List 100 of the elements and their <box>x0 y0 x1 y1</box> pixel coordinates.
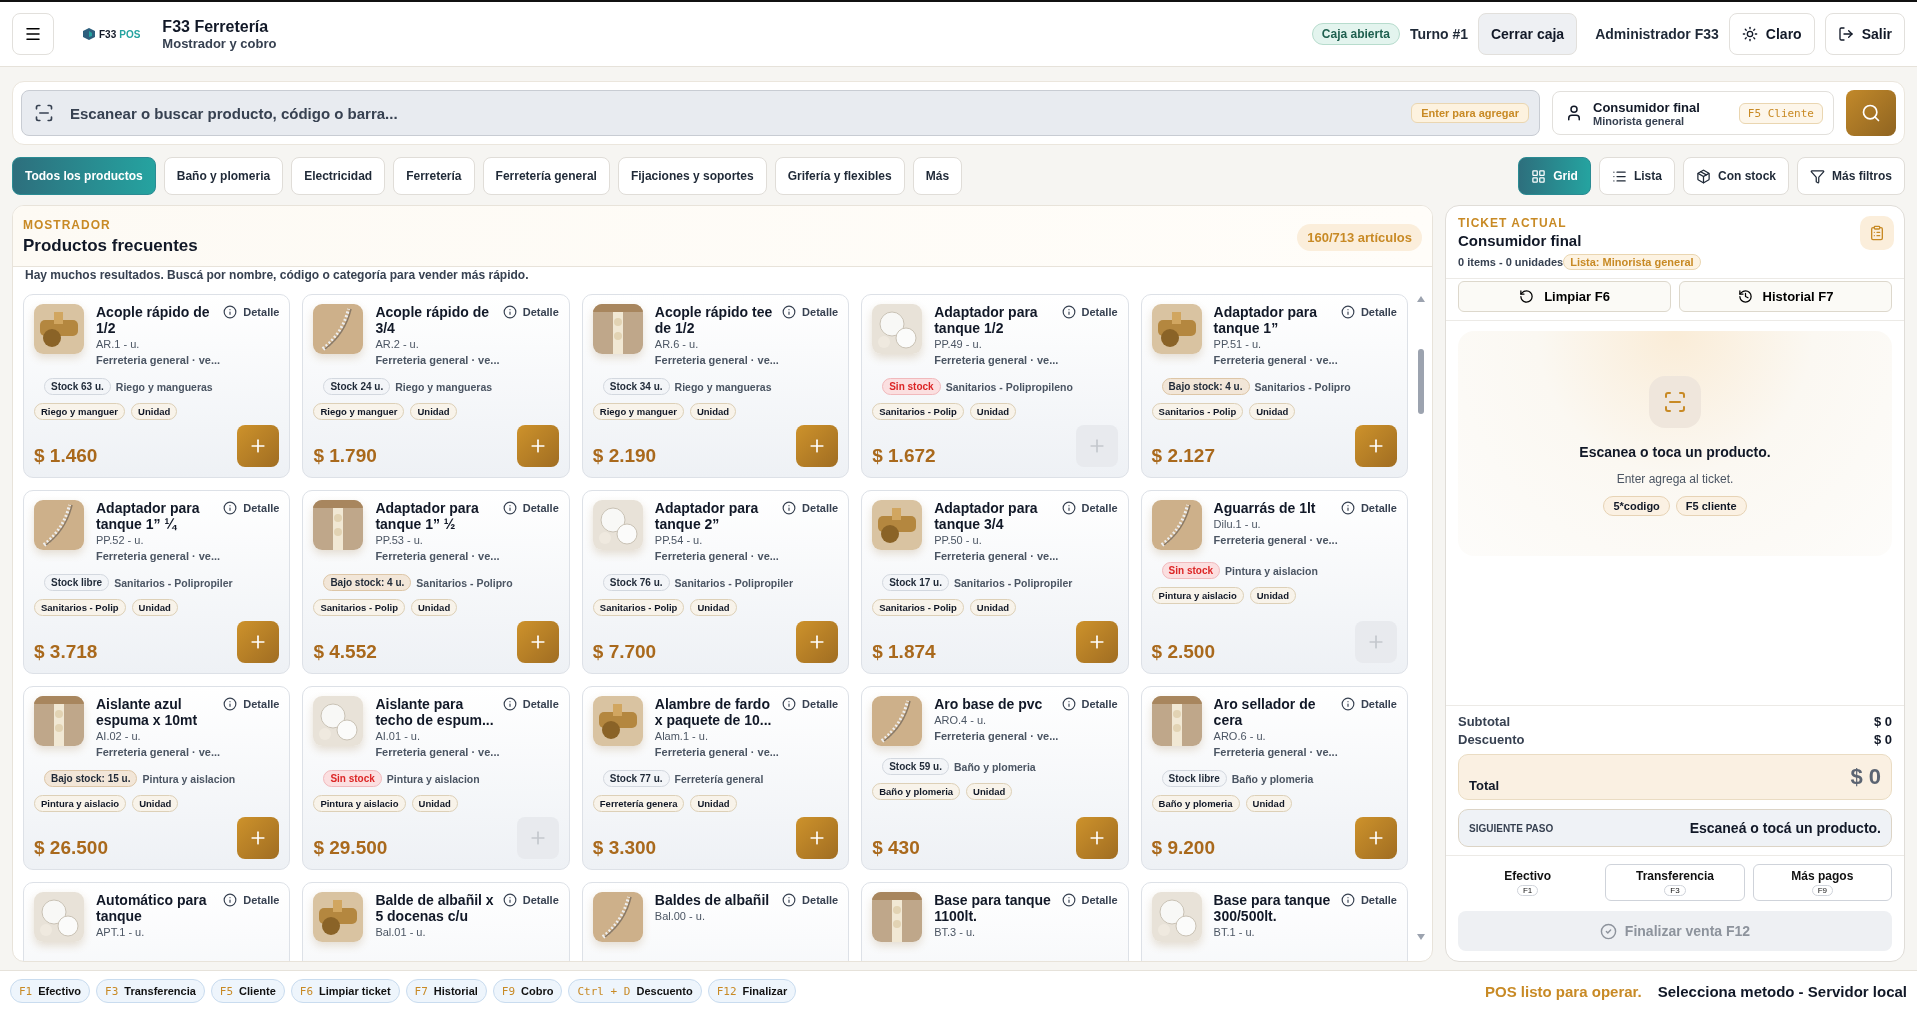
detail-link[interactable]: Detalle <box>782 304 839 320</box>
product-name: Baldes de albañil <box>654 892 770 908</box>
add-button[interactable] <box>1075 817 1118 859</box>
product-card[interactable]: Aro base de pvc Detalle ARO.4 - u. Ferreteria general · ve... Stock 59 u. Baño y plomeria Baño y plomeria Unidad $ 430 <box>861 686 1129 870</box>
detail-link[interactable]: Detalle <box>223 304 280 320</box>
detail-link[interactable]: Detalle <box>1061 696 1118 712</box>
close-register-button[interactable]: Cerrar caja <box>1477 13 1578 55</box>
menu-button[interactable] <box>12 13 54 55</box>
detail-link[interactable]: Detalle <box>502 892 559 908</box>
add-button[interactable] <box>796 817 839 859</box>
shortcut-button[interactable]: F7 Historial <box>405 979 487 1003</box>
product-card[interactable]: Acople rápido de 3/4 Detalle AR.2 - u. Ferreteria general · ve... Stock 24 u. Riego y mangueras Riego y manguer Unidad $ 1.790 <box>302 294 570 478</box>
logout-button[interactable]: Salir <box>1824 13 1905 55</box>
product-card[interactable]: Aro sellador de cera Detalle ARO.6 - u. Ferreteria general · ve... Stock libre Baño y plomeria Baño y plomeria Unidad $ 9.200 <box>1140 686 1408 870</box>
product-category: Ferreteria general · ve... <box>1213 534 1339 546</box>
payment-method-button[interactable]: Transferencia F3 <box>1605 864 1745 901</box>
shortcut-button[interactable]: F6 Limpiar ticket <box>290 979 400 1003</box>
category-tab[interactable]: Ferretería general <box>482 157 610 195</box>
shortcut-button[interactable]: F12 Finalizar <box>707 979 797 1003</box>
add-button[interactable] <box>237 425 280 467</box>
history-button[interactable]: Historial F7 <box>1679 281 1892 312</box>
shortcut-button[interactable]: F9 Cobro <box>492 979 563 1003</box>
add-button[interactable] <box>516 425 559 467</box>
add-button[interactable] <box>1355 425 1397 467</box>
detail-link[interactable]: Detalle <box>1340 696 1397 712</box>
detail-link[interactable]: Detalle <box>782 696 839 712</box>
product-category: Ferreteria general · ve... <box>654 550 780 562</box>
detail-link[interactable]: Detalle <box>502 696 559 712</box>
add-button[interactable] <box>516 621 559 663</box>
app-title: F33 Ferretería <box>162 17 270 36</box>
product-card[interactable]: Balde de albañil x 5 docenas c/u Detalle Bal.01 - u. <box>302 882 570 961</box>
theme-button[interactable]: Claro <box>1728 13 1815 55</box>
shortcut-button[interactable]: F3 Transferencia <box>96 979 205 1003</box>
category-tab[interactable]: Electricidad <box>291 157 386 195</box>
product-group: Sanitarios - Polipropiler <box>954 576 1073 589</box>
detail-link[interactable]: Detalle <box>1061 304 1118 320</box>
category-tab[interactable]: Todos los productos <box>12 157 156 195</box>
payment-method-button[interactable]: Más pagos F9 <box>1752 864 1892 901</box>
add-button[interactable] <box>796 425 839 467</box>
shortcut-button[interactable]: F1 Efectivo <box>10 979 91 1003</box>
view-button[interactable]: Más filtros <box>1797 157 1905 195</box>
receipt-button[interactable] <box>1860 216 1894 250</box>
add-button[interactable] <box>796 621 839 663</box>
clear-button[interactable]: Limpiar F6 <box>1458 281 1671 312</box>
category-tab[interactable]: Grifería y flexibles <box>774 157 905 195</box>
detail-link[interactable]: Detalle <box>782 892 839 908</box>
detail-link[interactable]: Detalle <box>223 892 280 908</box>
product-card[interactable]: Automático para tanque Detalle APT.1 - u. <box>23 882 291 961</box>
product-card[interactable]: Baldes de albañil Detalle Bal.00 - u. <box>581 882 850 961</box>
product-name: Acople rápido de 3/4 <box>375 304 490 336</box>
product-category: Ferreteria general · ve... <box>654 746 780 758</box>
product-card[interactable]: Aislante para techo de espum... Detalle AI.01 - u. Ferreteria general · ve... Sin stock Pintura y aislacion Pintura y aislacio Unidad $ 29.500 <box>302 686 570 870</box>
product-card[interactable]: Adaptador para tanque 3/4 Detalle PP.50 - u. Ferreteria general · ve... Stock 17 u. Sanitarios - Polipropiler Sanitarios - Polip Unidad $ 1.874 <box>861 490 1129 674</box>
search-field[interactable]: Escanear o buscar producto, código o barra... <box>68 103 1398 123</box>
product-card[interactable]: Aguarrás de 1lt Detalle Dilu.1 - u. Ferreteria general · ve... Sin stock Pintura y aislacion Pintura y aislacio Unidad $ 2.500 <box>1140 490 1408 674</box>
add-button[interactable] <box>237 817 280 859</box>
add-button[interactable] <box>1355 817 1397 859</box>
product-card[interactable]: Base para tanque 300/500lt. Detalle BT.1 - u. <box>1140 882 1408 961</box>
product-group: Baño y plomeria <box>954 760 1036 773</box>
product-card[interactable]: Acople rápido de 1/2 Detalle AR.1 - u. Ferreteria general · ve... Stock 63 u. Riego y mangueras Riego y manguer Unidad $ 1.460 <box>23 294 291 478</box>
product-card[interactable]: Adaptador para tanque 1” Detalle PP.51 - u. Ferreteria general · ve... Bajo stock: 4 u. Sanitarios - Polipro Sanitarios - Polip Unidad $ 2.127 <box>1140 294 1408 478</box>
product-group: Sanitarios - Polipropiler <box>114 576 233 589</box>
view-button[interactable]: Lista <box>1598 157 1675 195</box>
product-code: PP.50 - u. <box>934 534 983 546</box>
product-card[interactable]: Aislante azul espuma x 10mt Detalle AI.02 - u. Ferreteria general · ve... Bajo stock: 15 u. Pintura y aislacion Pintura y aislacio Unidad $ 26.500 <box>23 686 291 870</box>
product-card[interactable]: Base para tanque 1100lt. Detalle BT.3 - u. <box>861 882 1129 961</box>
detail-link[interactable]: Detalle <box>223 500 280 516</box>
add-button[interactable] <box>1075 621 1118 663</box>
detail-link[interactable]: Detalle <box>1061 892 1118 908</box>
detail-link[interactable]: Detalle <box>1340 304 1397 320</box>
detail-link[interactable]: Detalle <box>1340 500 1397 516</box>
product-price: $ 3.718 <box>34 641 98 663</box>
add-button[interactable] <box>237 621 280 663</box>
product-card[interactable]: Adaptador para tanque 2” Detalle PP.54 - u. Ferreteria general · ve... Stock 76 u. Sanitarios - Polipropiler Sanitarios - Polip Unidad $ 7.700 <box>581 490 850 674</box>
product-code: Bal.00 - u. <box>654 910 706 922</box>
search-button[interactable] <box>1846 90 1896 136</box>
product-card[interactable]: Adaptador para tanque 1/2 Detalle PP.49 - u. Ferreteria general · ve... Sin stock Sanitarios - Polipropileno Sanitarios - Polip Unidad $ 1.672 <box>861 294 1129 478</box>
detail-link[interactable]: Detalle <box>1061 500 1118 516</box>
product-card[interactable]: Acople rápido tee de 1/2 Detalle AR.6 - u. Ferreteria general · ve... Stock 34 u. Riego y mangueras Riego y manguer Unidad $ 2.190 <box>581 294 850 478</box>
detail-link[interactable]: Detalle <box>1340 892 1397 908</box>
category-tab[interactable]: Más <box>912 157 963 195</box>
info-icon <box>1061 501 1076 515</box>
product-card[interactable]: Adaptador para tanque 1” ½ Detalle PP.53 - u. Ferreteria general · ve... Bajo stock: 4 u. Sanitarios - Polipro Sanitarios - Polip Unidad $ 4.552 <box>302 490 570 674</box>
shortcut-button[interactable]: F5 Cliente <box>210 979 285 1003</box>
detail-link[interactable]: Detalle <box>502 500 559 516</box>
detail-link[interactable]: Detalle <box>502 304 559 320</box>
detail-link[interactable]: Detalle <box>223 696 280 712</box>
category-tag: Sanitarios - Polip <box>872 403 964 420</box>
product-card[interactable]: Alambre de fardo x paquete de 10... Detalle Alam.1 - u. Ferreteria general · ve... Stock 77 u. Ferretería general Ferretería genera Unidad $ 3.300 <box>581 686 850 870</box>
product-name: Adaptador para tanque 1” ¼ <box>96 500 201 532</box>
view-button[interactable]: Grid <box>1518 157 1591 195</box>
detail-link[interactable]: Detalle <box>782 500 839 516</box>
customer-selector[interactable]: Consumidor final Minorista general F5 Cliente <box>1552 91 1834 135</box>
shortcut-button[interactable]: Ctrl + D Descuento <box>568 979 702 1003</box>
view-button[interactable]: Con stock <box>1682 157 1789 195</box>
product-card[interactable]: Adaptador para tanque 1” ¼ Detalle PP.52 - u. Ferreteria general · ve... Stock libre Sanitarios - Polipropiler Sanitarios - Polip Unidad $ 3.718 <box>23 490 291 674</box>
category-tab[interactable]: Baño y plomeria <box>163 157 284 195</box>
category-tab[interactable]: Fijaciones y soportes <box>617 157 767 195</box>
product-code: ARO.6 - u. <box>1213 730 1267 742</box>
category-tab[interactable]: Ferretería <box>393 157 475 195</box>
